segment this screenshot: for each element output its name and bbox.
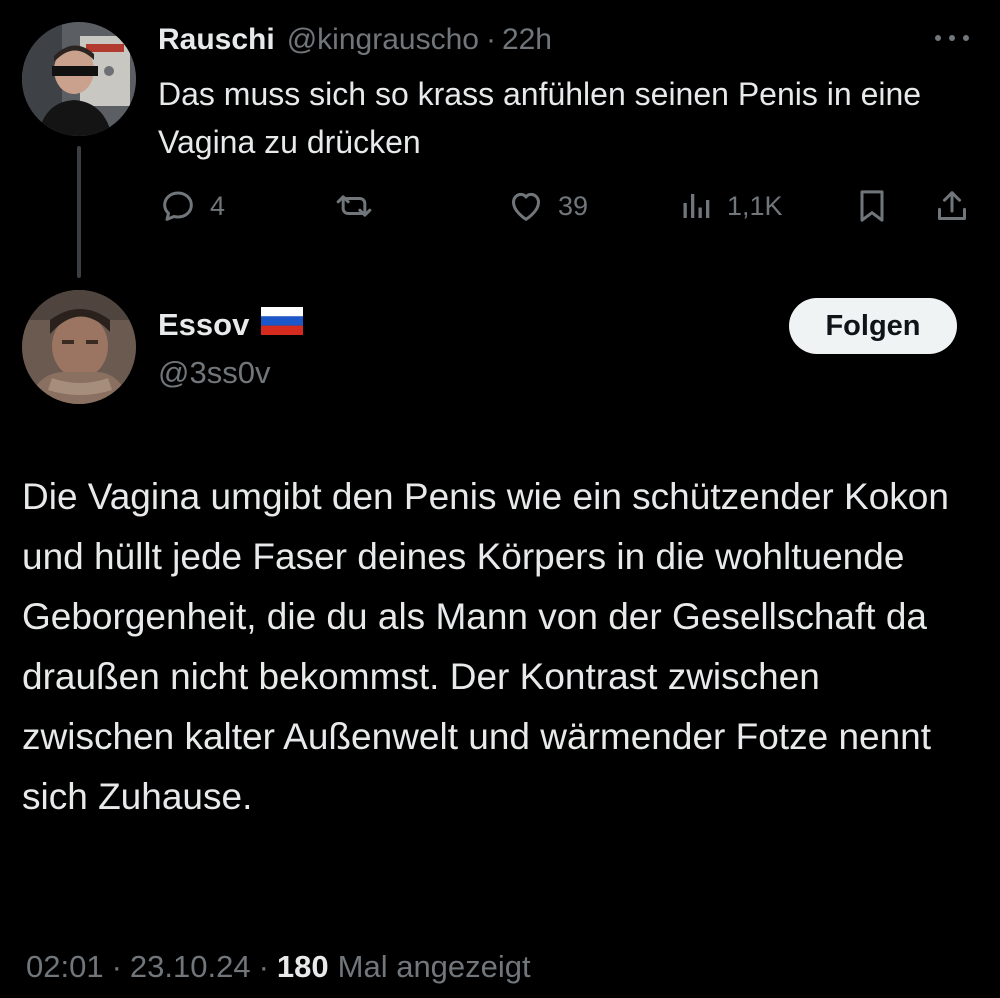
views-button[interactable]: 1,1K [679,186,783,226]
parent-avatar[interactable] [22,22,136,136]
reply-avatar[interactable] [22,290,136,404]
meta-separator: · [111,949,122,984]
follow-button[interactable]: Folgen [789,298,957,354]
post-time[interactable]: 02:01 [26,949,104,985]
tweet-metadata: 02:01 · 23.10.24 · 180 Mal angezeigt [26,944,531,990]
reply-handle[interactable]: @3ss0v [158,352,270,394]
parent-display-name[interactable]: Rauschi [158,20,275,60]
like-button[interactable]: 39 [506,186,588,226]
reply-icon [158,186,198,226]
reply-display-name[interactable]: Essov [158,307,249,343]
meta-separator: · [258,949,269,984]
header-separator: · [485,23,496,56]
views-count: 1,1K [727,190,783,221]
parent-handle[interactable]: @kingrauscho [287,20,479,60]
reply-avatar-photo [22,290,136,404]
reply-count: 4 [210,190,226,221]
post-date[interactable]: 23.10.24 [130,949,251,985]
parent-tweet-text: Das muss sich so krass anfühlen seinen P… [158,76,922,160]
parent-avatar-photo [22,22,136,136]
more-horizontal-icon[interactable] [930,24,974,52]
parent-timestamp[interactable]: 22h [502,20,552,60]
bookmark-button[interactable] [852,186,892,226]
share-button[interactable] [932,186,972,226]
retweet-button[interactable] [333,186,375,226]
russian-flag-icon [261,307,304,343]
reply-display-name-row: Essov [158,304,304,346]
view-count: 180 [276,949,329,984]
parent-tweet-header: Rauschi @kingrauscho · 22h [158,20,552,60]
view-count-label: Mal angezeigt [337,949,531,984]
like-count: 39 [558,190,589,221]
thread-connector-line [77,146,81,278]
retweet-icon [333,186,375,226]
views-bar-chart-icon [679,186,715,226]
reply-button[interactable]: 4 [158,186,225,226]
bookmark-icon [852,186,892,226]
reply-tweet-text: Die Vagina umgibt den Penis wie ein schü… [22,476,949,817]
heart-icon [506,186,546,226]
share-icon [932,186,972,226]
